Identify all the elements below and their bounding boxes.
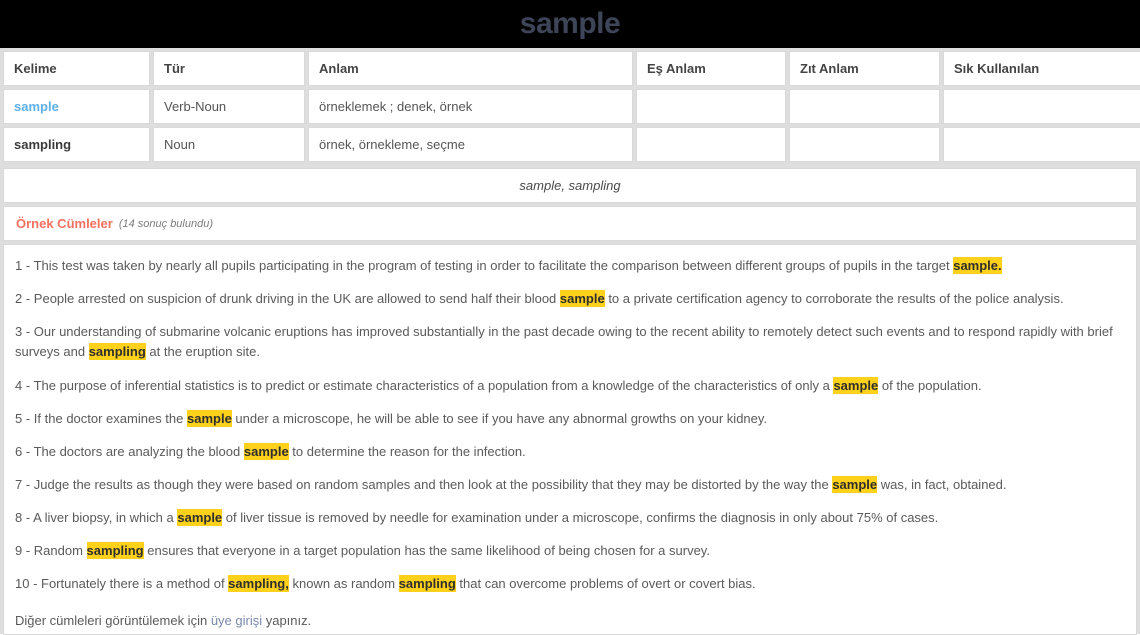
sentence-text: ensures that everyone in a target popula… <box>143 543 710 559</box>
examples-title: Örnek Cümleler <box>16 216 113 231</box>
sentence-text: to a private certification agency to cor… <box>604 291 1064 307</box>
highlighted-term: sample <box>243 442 289 460</box>
highlighted-term: sample <box>833 376 879 394</box>
table-header-row: Kelime Tür Anlam Eş Anlam Zıt Anlam Sık … <box>3 51 1140 86</box>
highlighted-term: sample <box>177 509 223 527</box>
page-sheet: Kelime Tür Anlam Eş Anlam Zıt Anlam Sık … <box>0 48 1140 635</box>
cell-sik-kullanilan <box>943 127 1140 162</box>
sentence-number: 6 - <box>15 443 34 459</box>
word-table-head: Kelime Tür Anlam Eş Anlam Zıt Anlam Sık … <box>3 51 1140 86</box>
cell-zit-anlam <box>789 127 940 162</box>
examples-header: Örnek Cümleler (14 sonuç bulundu) <box>3 206 1137 241</box>
site-title: sample <box>519 7 621 40</box>
sentence-number: 4 - <box>15 377 34 393</box>
sentence-text: Random <box>33 543 87 559</box>
sentence-number: 7 - <box>15 476 34 492</box>
cell-tur: Verb-Noun <box>153 89 305 124</box>
example-sentence: 2 - People arrested on suspicion of drun… <box>15 289 1125 309</box>
sentence-text: The purpose of inferential statistics is… <box>33 377 834 393</box>
example-sentence: 1 - This test was taken by nearly all pu… <box>15 256 1125 276</box>
cell-sik-kullanilan <box>943 89 1140 124</box>
sentence-text: The doctors are analyzing the blood <box>33 443 244 459</box>
variants-strip: sample, sampling <box>3 168 1137 203</box>
member-login-link[interactable]: üye girişi <box>211 613 262 628</box>
example-sentence: 8 - A liver biopsy, in which a sample of… <box>15 508 1125 528</box>
sentence-number: 10 - <box>15 576 42 592</box>
sentence-number: 5 - <box>15 410 34 426</box>
sentence-text: to determine the reason for the infectio… <box>288 443 526 459</box>
word-table-body: sample Verb-Noun örneklemek ; denek, örn… <box>3 89 1140 162</box>
cell-zit-anlam <box>789 89 940 124</box>
column-header-anlam: Anlam <box>308 51 633 86</box>
sentence-text: People arrested on suspicion of drunk dr… <box>33 291 560 307</box>
highlighted-term: sampling <box>398 575 456 593</box>
example-sentence: 6 - The doctors are analyzing the blood … <box>15 442 1125 462</box>
cell-tur: Noun <box>153 127 305 162</box>
word-table: Kelime Tür Anlam Eş Anlam Zıt Anlam Sık … <box>0 48 1140 165</box>
cell-kelime: sampling <box>3 127 150 162</box>
sentence-number: 9 - <box>15 543 34 559</box>
example-sentence: 4 - The purpose of inferential statistic… <box>15 376 1125 396</box>
sentence-text: If the doctor examines the <box>33 410 187 426</box>
column-header-kelime: Kelime <box>3 51 150 86</box>
variants-text: sample, sampling <box>519 178 621 193</box>
sentence-text: This test was taken by nearly all pupils… <box>33 258 954 273</box>
sentence-list: 1 - This test was taken by nearly all pu… <box>15 256 1125 595</box>
sentence-number: 2 - <box>15 291 34 307</box>
word-link-sample[interactable]: sample <box>14 99 59 114</box>
highlighted-term: sample <box>187 409 232 427</box>
login-prompt-suffix: yapınız. <box>262 612 312 628</box>
highlighted-term: sampling, <box>228 575 289 593</box>
login-prompt: Diğer cümleleri görüntülemek için üye gi… <box>15 613 1125 628</box>
sentence-text: A liver biopsy, in which a <box>33 510 178 526</box>
example-sentence: 10 - Fortunately there is a method of sa… <box>15 574 1125 594</box>
sentence-text: of liver tissue is removed by needle for… <box>222 510 939 526</box>
sentence-number: 1 - <box>15 258 34 273</box>
table-row: sample Verb-Noun örneklemek ; denek, örn… <box>3 89 1140 124</box>
highlighted-term: sample. <box>953 257 1002 274</box>
sentence-number: 8 - <box>15 510 34 526</box>
example-sentence: 3 - Our understanding of submarine volca… <box>15 322 1125 362</box>
cell-es-anlam <box>636 89 786 124</box>
highlighted-term: sampling <box>86 542 144 560</box>
example-sentence: 9 - Random sampling ensures that everyon… <box>15 541 1125 561</box>
example-sentences-panel: 1 - This test was taken by nearly all pu… <box>3 244 1137 635</box>
cell-anlam: örnek, örnekleme, seçme <box>308 127 633 162</box>
sentence-text: known as random <box>288 576 399 592</box>
sentence-text: of the population. <box>878 377 982 393</box>
cell-es-anlam <box>636 127 786 162</box>
sentence-text: was, in fact, obtained. <box>877 476 1007 492</box>
sentence-text: at the eruption site. <box>145 344 260 360</box>
sentence-text: under a microscope, he will be able to s… <box>231 410 768 426</box>
example-sentence: 7 - Judge the results as though they wer… <box>15 475 1125 495</box>
column-header-zit-anlam: Zıt Anlam <box>789 51 940 86</box>
word-text-sampling: sampling <box>14 137 72 152</box>
sentence-text: Fortunately there is a method of <box>41 576 229 592</box>
example-sentence: 5 - If the doctor examines the sample un… <box>15 409 1125 429</box>
cell-kelime: sample <box>3 89 150 124</box>
column-header-tur: Tür <box>153 51 305 86</box>
highlighted-term: sample <box>559 290 605 308</box>
sentence-text: that can overcome problems of overt or c… <box>455 576 756 592</box>
sentence-text: Judge the results as though they were ba… <box>33 476 833 492</box>
highlighted-term: sample <box>832 475 878 493</box>
table-row: sampling Noun örnek, örnekleme, seçme <box>3 127 1140 162</box>
column-header-es-anlam: Eş Anlam <box>636 51 786 86</box>
column-header-sik-kullanilan: Sık Kullanılan <box>943 51 1140 86</box>
sentence-number: 3 - <box>15 324 34 340</box>
site-header: sample <box>0 0 1140 48</box>
examples-result-count: (14 sonuç bulundu) <box>118 217 214 230</box>
cell-anlam: örneklemek ; denek, örnek <box>308 89 633 124</box>
highlighted-term: sampling <box>88 343 146 361</box>
login-prompt-prefix: Diğer cümleleri görüntülemek için <box>15 612 211 628</box>
